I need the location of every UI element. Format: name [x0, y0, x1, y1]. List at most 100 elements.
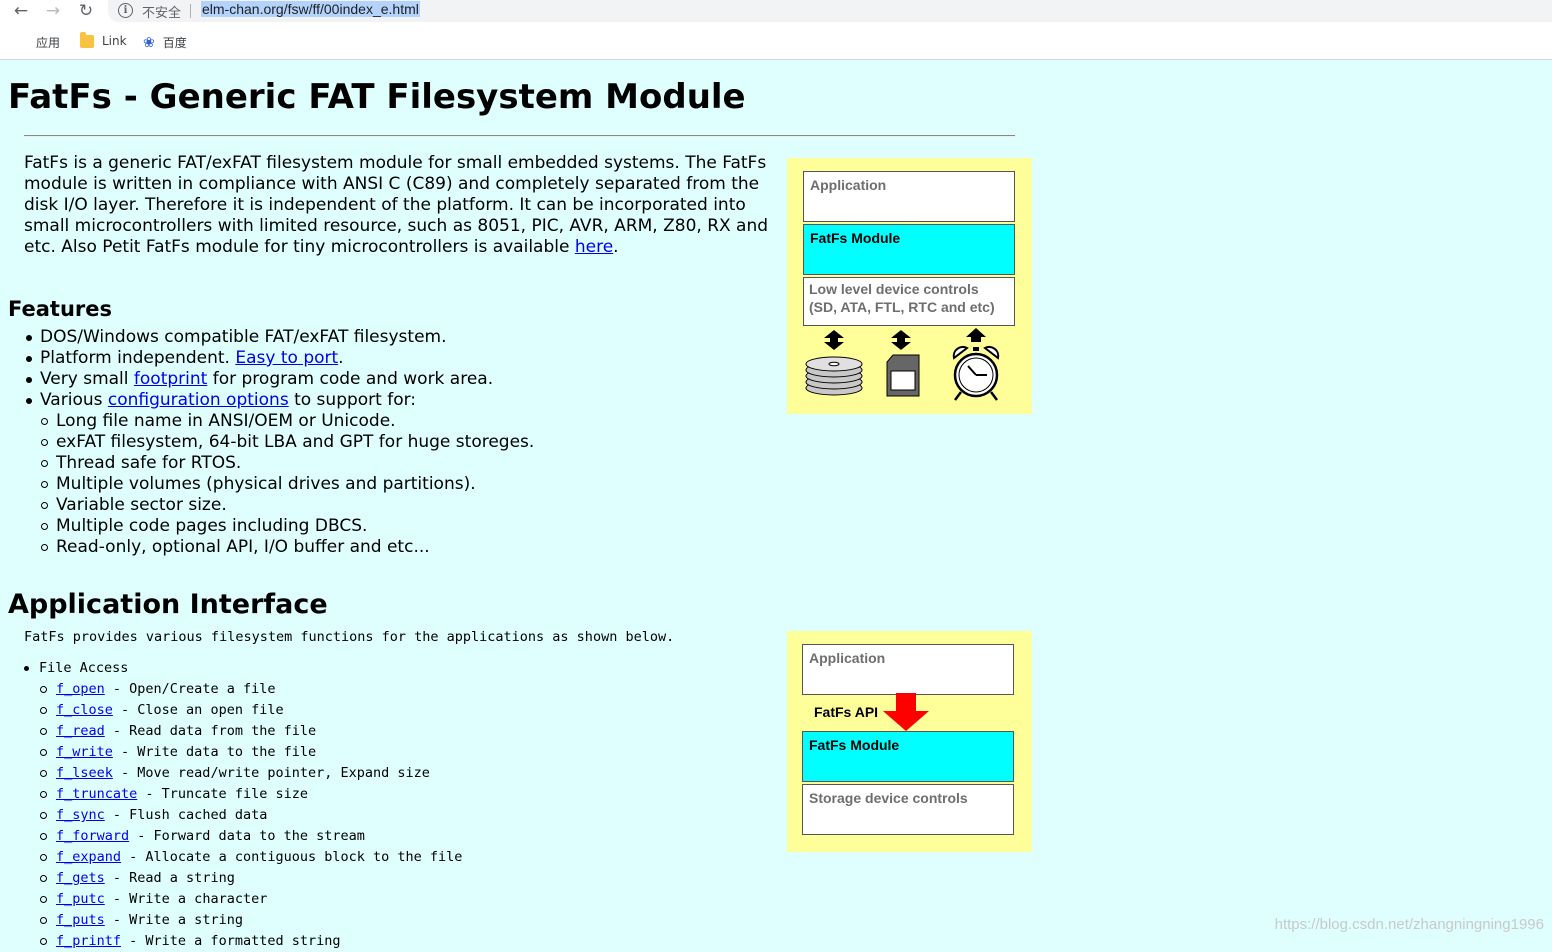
up-arrow-icon	[966, 328, 986, 342]
petit-fatfs-link[interactable]: here	[575, 237, 613, 257]
fatfs-module-block: FatFs Module	[802, 731, 1014, 782]
double-arrow-icon	[891, 330, 911, 350]
navigation-bar: ← → ↻ i 不安全 elm-chan.org/fsw/ff/00index_…	[0, 0, 1552, 24]
folder-icon	[80, 31, 94, 48]
f-truncate-link[interactable]: f_truncate	[56, 786, 137, 802]
f-close-link[interactable]: f_close	[56, 702, 113, 718]
f-putc-link[interactable]: f_putc	[56, 891, 105, 907]
application-layer-block: Application	[802, 644, 1014, 695]
configuration-options-link[interactable]: configuration options	[108, 390, 289, 410]
api-diagram: Application FatFs API FatFs Module Stora…	[787, 631, 1032, 852]
intro-paragraph: FatFs is a generic FAT/exFAT filesystem …	[24, 153, 786, 258]
f-printf-link[interactable]: f_printf	[56, 933, 121, 949]
feature-subitem: Thread safe for RTOS.	[40, 453, 764, 474]
api-function-desc: - Write a string	[104, 912, 243, 928]
url-text[interactable]: elm-chan.org/fsw/ff/00index_e.html	[201, 1, 420, 17]
forward-arrow-icon[interactable]: →	[42, 0, 64, 22]
bookmark-baidu[interactable]: ❀ 百度	[143, 34, 187, 51]
feature-text: DOS/Windows compatible FAT/exFAT filesys…	[40, 327, 447, 347]
api-function-desc: - Write a character	[104, 891, 268, 907]
apps-grid-icon	[14, 36, 28, 50]
watermark: https://blog.csdn.net/zhangningning1996	[1274, 916, 1544, 933]
features-heading: Features	[8, 297, 112, 321]
api-function-desc: - Move read/write pointer, Expand size	[112, 765, 430, 781]
feature-text: .	[338, 348, 344, 368]
api-function-item: f_read - Read data from the file	[39, 721, 723, 742]
browser-chrome: ← → ↻ i 不安全 elm-chan.org/fsw/ff/00index_…	[0, 0, 1552, 60]
f-read-link[interactable]: f_read	[56, 723, 105, 739]
api-function-item: f_forward - Forward data to the stream	[39, 826, 723, 847]
api-function-desc: - Open/Create a file	[104, 681, 276, 697]
feature-subitem: Variable sector size.	[40, 495, 764, 516]
sd-card-icon	[886, 354, 920, 397]
low-level-line1: Low level device controls	[809, 281, 979, 297]
api-function-desc: - Truncate file size	[137, 786, 308, 802]
feature-text: Platform independent.	[40, 348, 236, 368]
f-lseek-link[interactable]: f_lseek	[56, 765, 113, 781]
page-content: FatFs - Generic FAT Filesystem Module Fa…	[0, 61, 1552, 949]
api-group-label: File Access	[39, 660, 129, 676]
storage-device-controls-block: Storage device controls	[802, 784, 1014, 835]
application-layer-block: Application	[803, 171, 1015, 222]
api-function-desc: - Write a formatted string	[121, 933, 341, 949]
feature-item: Platform independent. Easy to port.	[24, 348, 764, 369]
alarm-clock-icon	[952, 345, 1000, 401]
back-arrow-icon[interactable]: ←	[10, 0, 32, 22]
feature-item: Very small footprint for program code an…	[24, 369, 764, 390]
fatfs-module-block: FatFs Module	[803, 224, 1015, 275]
feature-sublist: Long file name in ANSI/OEM or Unicode. e…	[40, 411, 764, 558]
baidu-paw-icon: ❀	[143, 34, 155, 51]
bookmark-link-label: Link	[102, 34, 127, 48]
features-list: DOS/Windows compatible FAT/exFAT filesys…	[24, 327, 764, 558]
feature-item: DOS/Windows compatible FAT/exFAT filesys…	[24, 327, 764, 348]
f-sync-link[interactable]: f_sync	[56, 807, 105, 823]
api-function-desc: - Allocate a contiguous block to the fil…	[121, 849, 463, 865]
info-icon[interactable]: i	[118, 3, 133, 18]
feature-subitem: Multiple code pages including DBCS.	[40, 516, 764, 537]
red-down-arrow-icon	[883, 693, 929, 731]
feature-item: Various configuration options to support…	[24, 390, 764, 558]
api-function-desc: - Forward data to the stream	[129, 828, 365, 844]
feature-subitem: Multiple volumes (physical drives and pa…	[40, 474, 764, 495]
feature-subitem: Long file name in ANSI/OEM or Unicode.	[40, 411, 764, 432]
api-function-item: f_close - Close an open file	[39, 700, 723, 721]
f-gets-link[interactable]: f_gets	[56, 870, 105, 886]
reload-icon[interactable]: ↻	[75, 0, 97, 22]
easy-to-port-link[interactable]: Easy to port	[235, 348, 338, 368]
fatfs-api-label: FatFs API	[814, 704, 879, 720]
intro-text: FatFs is a generic FAT/exFAT filesystem …	[24, 153, 769, 257]
feature-text: Very small	[40, 369, 134, 389]
feature-subitem: exFAT filesystem, 64-bit LBA and GPT for…	[40, 432, 764, 453]
api-function-desc: - Close an open file	[112, 702, 284, 718]
api-function-desc: - Write data to the file	[112, 744, 317, 760]
file-access-functions: f_open - Open/Create a file f_close - Cl…	[39, 679, 723, 952]
api-function-item: f_open - Open/Create a file	[39, 679, 723, 700]
hard-disk-icon	[805, 356, 863, 396]
feature-text: Various	[40, 390, 108, 410]
f-puts-link[interactable]: f_puts	[56, 912, 105, 928]
bookmark-apps[interactable]: 应用	[14, 34, 60, 51]
api-group-file-access: File Access f_open - Open/Create a file …	[23, 658, 723, 952]
title-divider	[24, 135, 1015, 137]
address-bar[interactable]: i 不安全 elm-chan.org/fsw/ff/00index_e.html	[108, 0, 1552, 22]
api-function-item: f_lseek - Move read/write pointer, Expan…	[39, 763, 723, 784]
feature-text: to support for:	[288, 390, 417, 410]
bookmarks-bar: 应用 Link ❀ 百度	[0, 30, 1552, 54]
api-function-item: f_putc - Write a character	[39, 889, 723, 910]
bookmark-apps-label: 应用	[36, 36, 61, 50]
f-forward-link[interactable]: f_forward	[56, 828, 129, 844]
footprint-link[interactable]: footprint	[134, 369, 207, 389]
f-expand-link[interactable]: f_expand	[56, 849, 121, 865]
f-write-link[interactable]: f_write	[56, 744, 113, 760]
api-function-desc: - Flush cached data	[104, 807, 268, 823]
insecure-label[interactable]: 不安全	[142, 2, 181, 21]
bullet	[24, 666, 29, 671]
api-function-item: f_expand - Allocate a contiguous block t…	[39, 847, 723, 868]
api-list: File Access f_open - Open/Create a file …	[23, 658, 723, 952]
page-title: FatFs - Generic FAT Filesystem Module	[8, 77, 746, 117]
f-open-link[interactable]: f_open	[56, 681, 105, 697]
double-arrow-icon	[824, 330, 844, 350]
low-level-controls-block: Low level device controls (SD, ATA, FTL,…	[803, 277, 1015, 326]
layer-diagram: Application FatFs Module Low level devic…	[787, 158, 1032, 414]
bookmark-link[interactable]: Link	[80, 31, 127, 48]
